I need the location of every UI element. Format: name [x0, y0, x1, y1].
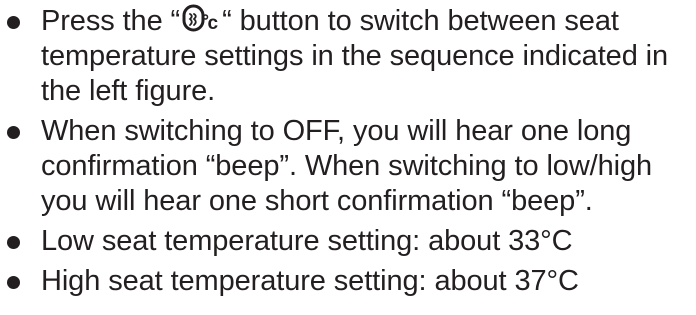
item-text: Low seat temperature setting: about 33°C — [41, 225, 573, 257]
seat-heating-suffix: c — [208, 13, 219, 34]
list-item: Low seat temperature setting: about 33°C — [0, 224, 696, 259]
bullet-icon — [7, 16, 20, 29]
bullet-icon — [7, 276, 20, 289]
item-text: When switching to OFF, you will hear one… — [41, 115, 653, 217]
bullet-icon — [7, 236, 20, 249]
instruction-list: Press the “ c “ button to switch between… — [0, 4, 696, 304]
bullet-icon — [7, 126, 20, 139]
item-text: High seat temperature setting: about 37°… — [41, 265, 579, 297]
list-item: Press the “ c “ button to switch between… — [0, 4, 696, 109]
list-item: High seat temperature setting: about 37°… — [0, 264, 696, 299]
item-text-prefix: Press the “ — [41, 5, 181, 37]
list-item: When switching to OFF, you will hear one… — [0, 114, 696, 219]
seat-heating-icon: c — [181, 4, 221, 34]
